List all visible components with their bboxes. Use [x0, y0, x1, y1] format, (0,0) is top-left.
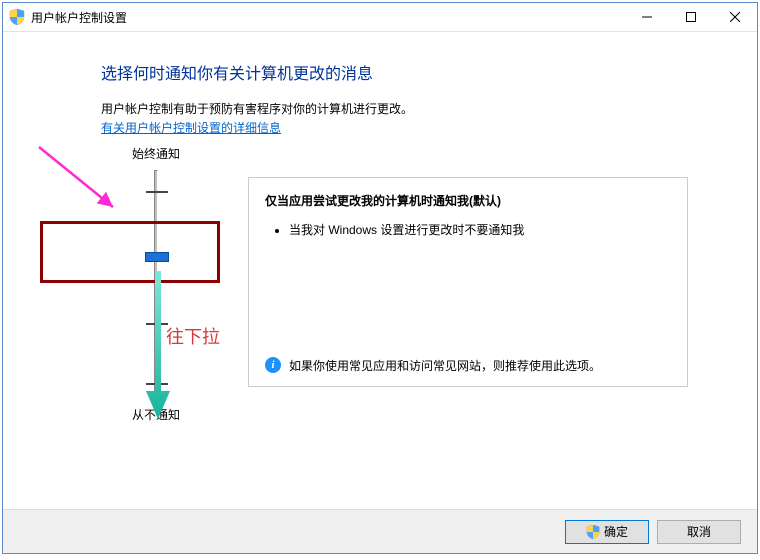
level-title: 仅当应用尝试更改我的计算机时通知我(默认): [265, 192, 671, 209]
help-link[interactable]: 有关用户帐户控制设置的详细信息: [101, 121, 281, 135]
cancel-button[interactable]: 取消: [657, 520, 741, 544]
level-detail-panel: 仅当应用尝试更改我的计算机时通知我(默认) 当我对 Windows 设置进行更改…: [248, 177, 688, 387]
page-heading: 选择何时通知你有关计算机更改的消息: [101, 60, 717, 84]
notification-slider: 始终通知 从不通知: [111, 145, 201, 423]
content-area: 选择何时通知你有关计算机更改的消息 用户帐户控制有助于预防有害程序对你的计算机进…: [3, 32, 757, 136]
shield-icon: [586, 525, 600, 539]
window-title: 用户帐户控制设置: [31, 9, 127, 26]
slider-label-always: 始终通知: [111, 145, 201, 162]
slider-tick: [146, 383, 168, 385]
ok-button[interactable]: 确定: [565, 520, 649, 544]
recommendation: i 如果你使用常见应用和访问常见网站，则推荐使用此选项。: [265, 357, 671, 374]
slider-tick: [146, 191, 168, 193]
level-bullet: 当我对 Windows 设置进行更改时不要通知我: [289, 221, 671, 238]
close-button[interactable]: [713, 3, 757, 31]
recommendation-text: 如果你使用常见应用和访问常见网站，则推荐使用此选项。: [289, 357, 601, 374]
ok-button-label: 确定: [604, 523, 628, 540]
level-bullet-list: 当我对 Windows 设置进行更改时不要通知我: [265, 221, 671, 238]
page-description: 用户帐户控制有助于预防有害程序对你的计算机进行更改。: [101, 100, 717, 117]
slider-track[interactable]: [154, 170, 158, 398]
slider-tick: [146, 323, 168, 325]
cancel-button-label: 取消: [687, 523, 711, 540]
shield-icon: [9, 9, 25, 25]
slider-thumb[interactable]: [145, 252, 169, 262]
slider-label-never: 从不通知: [111, 406, 201, 423]
minimize-button[interactable]: [625, 3, 669, 31]
maximize-button[interactable]: [669, 3, 713, 31]
titlebar[interactable]: 用户帐户控制设置: [3, 3, 757, 31]
uac-settings-window: 用户帐户控制设置 选择何时通知你有关计算机更改的消息 用户帐户控制有助于预防有害…: [2, 2, 758, 554]
info-icon: i: [265, 357, 281, 373]
window-controls: [625, 3, 757, 31]
dialog-footer: 确定 取消: [3, 509, 757, 553]
